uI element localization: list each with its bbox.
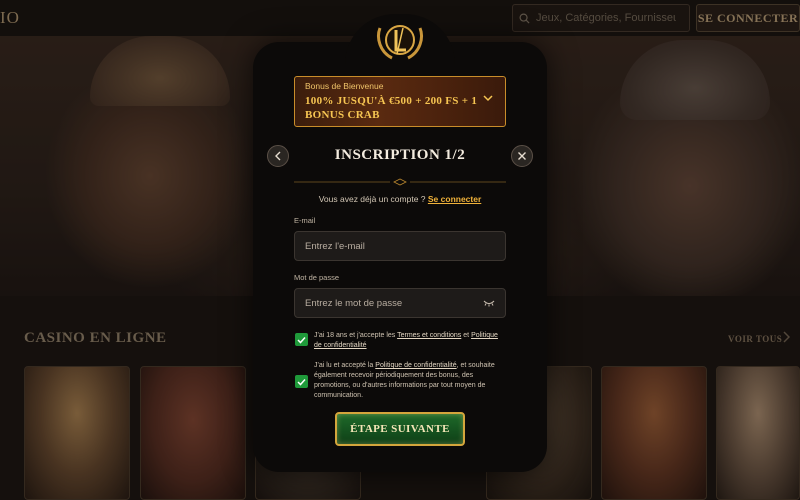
marketing-consent-text: J'ai lu et accepté la Politique de confi… <box>314 361 506 401</box>
title-divider <box>294 178 506 186</box>
crest-logo-icon <box>377 25 423 60</box>
email-field-wrapper <box>294 231 506 261</box>
next-step-button[interactable]: ÉTAPE SUIVANTE <box>335 412 465 446</box>
login-link[interactable]: Se connecter <box>428 194 481 204</box>
age-terms-prefix: J'ai 18 ans et j'accepte les <box>314 332 396 339</box>
check-icon <box>297 336 306 344</box>
chevron-down-icon[interactable] <box>483 95 493 102</box>
marketing-privacy-link[interactable]: Politique de confidentialité <box>375 362 456 369</box>
marketing-consent-checkbox[interactable] <box>295 375 308 388</box>
welcome-bonus-banner[interactable]: Bonus de Bienvenue 100% JUSQU'À €500 + 2… <box>294 76 506 127</box>
age-terms-and: et <box>463 332 470 339</box>
have-account-text: Vous avez déjà un compte ? <box>318 194 426 204</box>
password-field-wrapper <box>294 288 506 318</box>
modal-title: INSCRIPTION 1/2 <box>334 147 466 163</box>
age-terms-consent-text: J'ai 18 ans et j'accepte les Termes et c… <box>314 331 506 351</box>
chevron-left-icon <box>275 151 281 161</box>
close-button[interactable] <box>511 145 533 167</box>
email-label: E-mail <box>294 216 316 225</box>
close-icon <box>518 152 526 160</box>
email-field[interactable] <box>305 240 495 252</box>
back-button[interactable] <box>267 145 289 167</box>
marketing-consent-prefix: J'ai lu et accepté la <box>314 362 374 369</box>
eye-closed-icon[interactable] <box>483 299 495 307</box>
password-field[interactable] <box>305 297 483 309</box>
age-terms-checkbox[interactable] <box>295 333 308 346</box>
password-label: Mot de passe <box>294 273 340 282</box>
welcome-bonus-offer: 100% JUSQU'À €500 + 200 FS + 1 BONUS CRA… <box>305 95 478 121</box>
have-account-row: Vous avez déjà un compte ? Se connecter <box>294 194 506 204</box>
check-icon <box>297 378 306 386</box>
terms-link[interactable]: Termes et conditions <box>397 332 461 339</box>
welcome-bonus-label: Bonus de Bienvenue <box>305 81 384 91</box>
